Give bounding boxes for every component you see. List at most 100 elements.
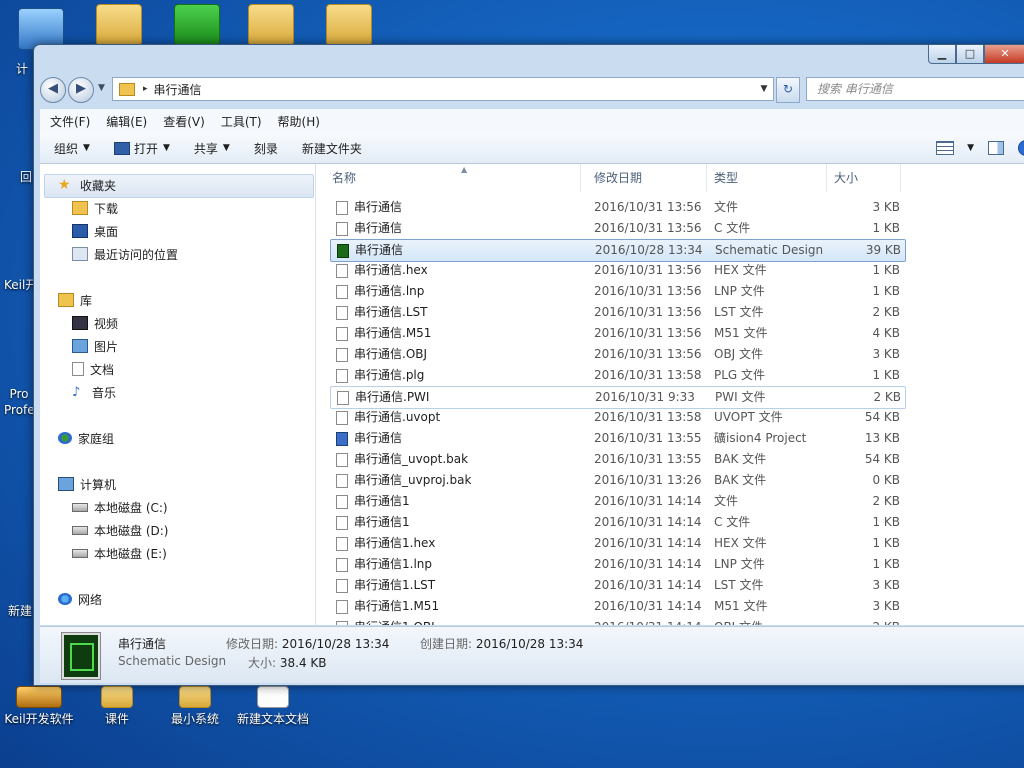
- help-icon[interactable]: [1018, 140, 1024, 156]
- address-bar[interactable]: ▸ 串行通信 ▼: [112, 77, 774, 101]
- nav-computer[interactable]: 计算机: [58, 474, 116, 494]
- folder-icon: [248, 4, 294, 46]
- address-dropdown[interactable]: ▼: [755, 84, 773, 94]
- address-row: ◀ ▶ ▼ ▸ 串行通信 ▼ ↻ 搜索 串行通信: [40, 75, 1024, 103]
- column-type[interactable]: 类型: [708, 164, 827, 192]
- nav-recent-places[interactable]: 最近访问的位置: [72, 244, 178, 264]
- file-date: 2016/10/31 13:55: [594, 431, 702, 445]
- file-icon: [336, 621, 348, 625]
- close-button[interactable]: ✕: [984, 45, 1024, 64]
- nav-network[interactable]: 网络: [58, 589, 102, 609]
- file-row[interactable]: 串行通信1 2016/10/31 14:14 文件 2 KB: [330, 491, 904, 512]
- desktop-icon-courseware[interactable]: 课件: [82, 686, 152, 727]
- nav-documents[interactable]: 文档: [72, 359, 114, 379]
- file-type: BAK 文件: [714, 473, 767, 487]
- nav-label: 网络: [78, 592, 103, 607]
- nav-drive-d[interactable]: 本地磁盘 (D:): [72, 520, 168, 540]
- menu-help[interactable]: 帮助(H): [272, 113, 326, 130]
- file-date: 2016/10/31 13:56: [594, 326, 702, 340]
- details-created-label: 创建日期:: [420, 637, 473, 651]
- back-button[interactable]: ◀: [40, 77, 66, 103]
- view-options-icon[interactable]: [936, 141, 955, 155]
- file-row[interactable]: 串行通信.plg 2016/10/31 13:58 PLG 文件 1 KB: [330, 365, 904, 386]
- schematic-file-icon: [337, 244, 349, 258]
- desktop-icon-folder-1[interactable]: [84, 4, 154, 48]
- file-name: 串行通信1: [354, 494, 410, 508]
- desktop-icon-app[interactable]: [162, 4, 232, 48]
- drive-icon: [72, 548, 88, 558]
- nav-libraries[interactable]: 库: [58, 290, 92, 310]
- nav-music[interactable]: ♪ 音乐: [72, 382, 116, 402]
- open-button[interactable]: 打开 ▼: [104, 140, 180, 157]
- nav-favorites[interactable]: ★ 收藏夹: [58, 175, 116, 195]
- file-row[interactable]: 串行通信1.hex 2016/10/31 14:14 HEX 文件 1 KB: [330, 533, 904, 554]
- menu-file[interactable]: 文件(F): [44, 113, 96, 130]
- picture-icon: [72, 339, 88, 353]
- file-row[interactable]: 串行通信1.M51 2016/10/31 14:14 M51 文件 3 KB: [330, 596, 904, 617]
- keil-icon: [16, 686, 62, 708]
- recent-pages-dropdown[interactable]: ▼: [98, 83, 105, 93]
- file-row[interactable]: 串行通信_uvproj.bak 2016/10/31 13:26 BAK 文件 0 K…: [330, 470, 904, 491]
- file-icon: [336, 327, 348, 341]
- open-with-icon: [113, 141, 130, 155]
- details-created: 创建日期: 2016/10/28 13:34: [420, 635, 583, 652]
- nav-homegroup[interactable]: 家庭组: [58, 428, 114, 448]
- file-row[interactable]: 串行通信.hex 2016/10/31 13:56 HEX 文件 1 KB: [330, 260, 904, 281]
- nav-drive-e[interactable]: 本地磁盘 (E:): [72, 543, 167, 563]
- menu-view[interactable]: 查看(V): [157, 113, 211, 130]
- desktop-icon-folder-2[interactable]: [236, 4, 306, 48]
- file-date: 2016/10/31 14:14: [594, 578, 702, 592]
- file-row[interactable]: 串行通信 2016/10/31 13:56 C 文件 1 KB: [330, 218, 904, 239]
- breadcrumb-separator[interactable]: ▸: [143, 84, 148, 94]
- file-name: 串行通信.lnp: [354, 284, 425, 298]
- chevron-down-icon[interactable]: ▼: [967, 143, 974, 153]
- file-icon: [336, 306, 348, 320]
- menu-edit[interactable]: 编辑(E): [100, 113, 153, 130]
- menu-bar: 文件(F) 编辑(E) 查看(V) 工具(T) 帮助(H): [40, 109, 1024, 134]
- desktop-icon-min-system[interactable]: 最小系统: [160, 686, 230, 727]
- file-row[interactable]: 串行通信.LST 2016/10/31 13:56 LST 文件 2 KB: [330, 302, 904, 323]
- desktop-icon-new-text-doc[interactable]: 新建文本文档: [234, 686, 312, 727]
- file-row[interactable]: 串行通信 2016/10/31 13:55 礦ision4 Project 13 KB: [330, 428, 904, 449]
- forward-button[interactable]: ▶: [68, 77, 94, 103]
- desktop-icon-folder-3[interactable]: [314, 4, 384, 48]
- file-row[interactable]: 串行通信1 2016/10/31 14:14 C 文件 1 KB: [330, 512, 904, 533]
- nav-downloads[interactable]: 下载: [72, 198, 118, 218]
- desktop-icon-keil[interactable]: Keil开发软件: [4, 686, 74, 727]
- file-row[interactable]: 串行通信.PWI 2016/10/31 9:33 PWI 文件 2 KB: [330, 386, 906, 409]
- minimize-button[interactable]: ▁: [928, 45, 956, 64]
- file-row[interactable]: 串行通信1.LST 2016/10/31 14:14 LST 文件 3 KB: [330, 575, 904, 596]
- organize-button[interactable]: 组织 ▼: [44, 140, 100, 157]
- column-size[interactable]: 大小: [828, 164, 901, 192]
- new-folder-button[interactable]: 新建文件夹: [292, 140, 372, 157]
- preview-pane-icon[interactable]: [988, 141, 1004, 155]
- file-icon: [336, 201, 348, 215]
- file-row[interactable]: 串行通信 2016/10/28 13:34 Schematic Design 39 K…: [330, 239, 906, 262]
- burn-button[interactable]: 刻录: [244, 140, 288, 157]
- refresh-button[interactable]: ↻: [776, 77, 800, 103]
- column-name[interactable]: 名称 ▲: [326, 164, 581, 192]
- column-date[interactable]: 修改日期: [588, 164, 707, 192]
- file-row[interactable]: 串行通信 2016/10/31 13:56 文件 3 KB: [330, 197, 904, 218]
- navigation-pane: ★ 收藏夹 下载 桌面 最近访问的位置 库 视频 图片 文档 ♪ 音乐 家庭组 计算…: [40, 164, 316, 625]
- nav-desktop[interactable]: 桌面: [72, 221, 118, 241]
- file-row[interactable]: 串行通信.uvopt 2016/10/31 13:58 UVOPT 文件 54 KB: [330, 407, 904, 428]
- search-input[interactable]: 搜索 串行通信: [806, 77, 1024, 101]
- file-row[interactable]: 串行通信.M51 2016/10/31 13:56 M51 文件 4 KB: [330, 323, 904, 344]
- organize-label: 组织: [54, 141, 79, 156]
- share-button[interactable]: 共享 ▼: [184, 140, 240, 157]
- file-row[interactable]: 串行通信.lnp 2016/10/31 13:56 LNP 文件 1 KB: [330, 281, 904, 302]
- maximize-button[interactable]: □: [956, 45, 984, 64]
- menu-tools[interactable]: 工具(T): [215, 113, 268, 130]
- file-row[interactable]: 串行通信1.OBJ 2016/10/31 14:14 OBJ 文件 2 KB: [330, 617, 904, 625]
- nav-drive-c[interactable]: 本地磁盘 (C:): [72, 497, 168, 517]
- nav-label: 最近访问的位置: [94, 247, 179, 262]
- star-icon: ★: [58, 177, 71, 193]
- file-row[interactable]: 串行通信1.lnp 2016/10/31 14:14 LNP 文件 1 KB: [330, 554, 904, 575]
- nav-videos[interactable]: 视频: [72, 313, 118, 333]
- window-controls: ▁ □ ✕: [928, 45, 1024, 64]
- file-row[interactable]: 串行通信.OBJ 2016/10/31 13:56 OBJ 文件 3 KB: [330, 344, 904, 365]
- nav-pictures[interactable]: 图片: [72, 336, 118, 356]
- breadcrumb-current[interactable]: 串行通信: [154, 81, 755, 98]
- file-row[interactable]: 串行通信_uvopt.bak 2016/10/31 13:55 BAK 文件 54 K…: [330, 449, 904, 470]
